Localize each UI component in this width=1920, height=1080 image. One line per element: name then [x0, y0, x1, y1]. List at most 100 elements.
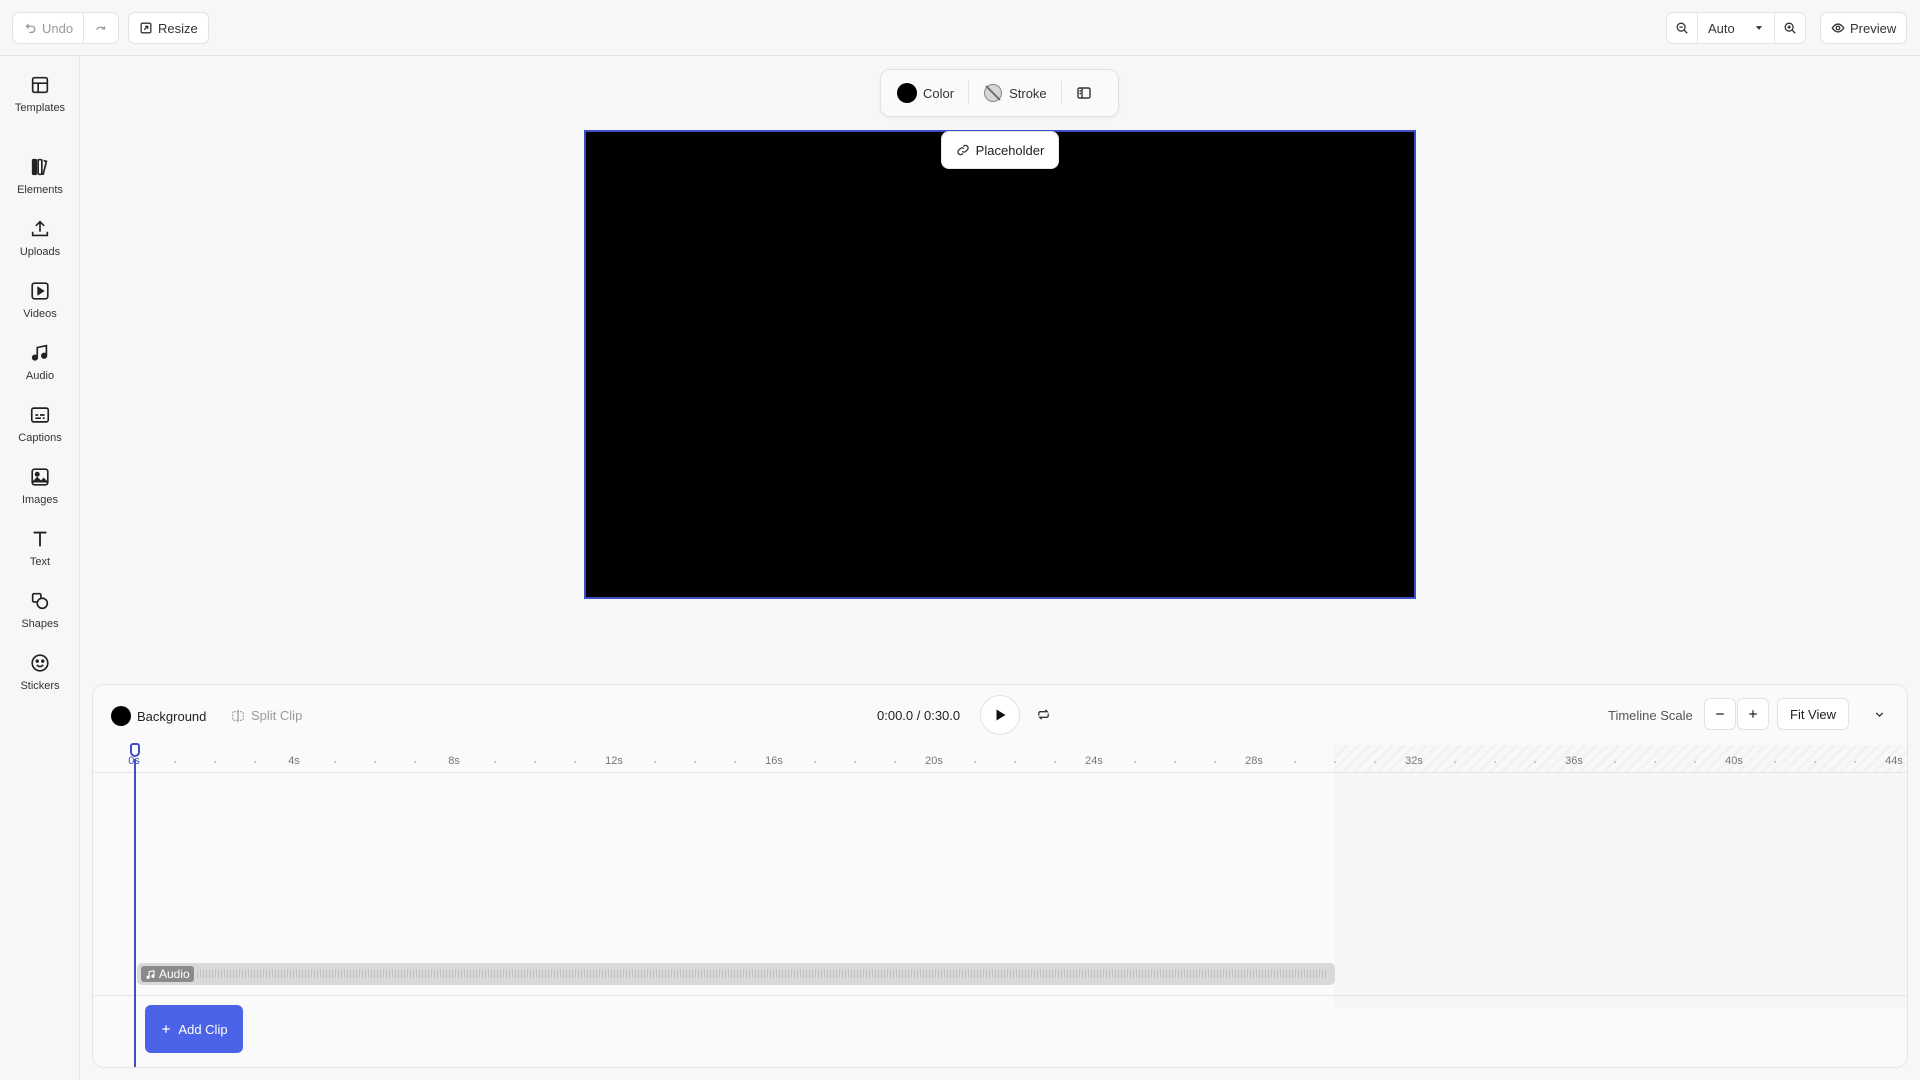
ruler-minor-tick: [1294, 761, 1296, 763]
sidebar-item-elements[interactable]: Elements: [0, 156, 80, 210]
stroke-label: Stroke: [1009, 85, 1047, 101]
ruler-minor-tick: [734, 761, 736, 763]
video-canvas[interactable]: [584, 130, 1416, 599]
timeline-scale-label: Timeline Scale: [1608, 708, 1693, 723]
ruler-minor-tick: [1814, 761, 1816, 763]
zoom-group: Auto: [1666, 12, 1806, 44]
split-clip-label: Split Clip: [251, 708, 303, 723]
toolbar-divider: [1060, 81, 1062, 105]
audio-label: Audio: [159, 967, 190, 981]
timeline-scale-text: Timeline Scale: [1608, 708, 1693, 723]
plus-icon: [162, 1025, 171, 1033]
ruler-minor-tick: [1494, 761, 1496, 763]
zoom-out-button[interactable]: [1667, 13, 1697, 43]
captions-icon: [30, 407, 50, 423]
image-icon: [31, 468, 49, 486]
resize-group: Resize: [128, 12, 209, 44]
resize-button[interactable]: Resize: [129, 13, 208, 43]
sidebar-item-shapes[interactable]: Shapes: [0, 590, 80, 644]
zoom-out-icon: [1676, 22, 1688, 34]
sidebar-item-label: Audio: [25, 370, 55, 382]
elements-icon: [31, 158, 48, 176]
split-clip-button[interactable]: Split Clip: [231, 708, 302, 723]
ruler-minor-tick: [374, 761, 376, 763]
time-display: 0:00.0 / 0:30.0: [877, 708, 960, 723]
ruler-minor-tick: [814, 761, 816, 763]
scale-increase-button[interactable]: [1737, 698, 1769, 730]
ruler-minor-tick: [1014, 761, 1016, 763]
sidebar-item-captions[interactable]: Captions: [0, 404, 80, 458]
ruler-minor-tick: [854, 761, 856, 763]
ruler-minor-tick: [1054, 761, 1056, 763]
sidebar-item-uploads[interactable]: Uploads: [0, 218, 80, 272]
preview-button[interactable]: Preview: [1821, 13, 1906, 43]
plus-icon: [1749, 710, 1757, 718]
placeholder-button[interactable]: Placeholder: [941, 131, 1059, 169]
zoom-in-icon: [1784, 22, 1796, 34]
undo-icon: [25, 23, 36, 34]
ruler-minor-tick: [574, 761, 576, 763]
timeline-ruler[interactable]: [93, 745, 1907, 773]
sidebar-item-label: Images: [21, 494, 59, 506]
scale-decrease-button[interactable]: [1704, 698, 1736, 730]
element-toolbar: Color Stroke: [880, 69, 1119, 117]
redo-icon: [96, 26, 106, 31]
video-icon: [31, 282, 49, 300]
ruler-tick-label: 8s: [448, 755, 460, 767]
preview-group: Preview: [1820, 12, 1908, 44]
placeholder-label: Placeholder: [975, 142, 1045, 158]
top-bar: Undo Resize Auto Preview: [0, 0, 1920, 56]
zoom-in-button[interactable]: [1774, 13, 1805, 43]
split-icon: [232, 709, 244, 722]
ruler-minor-tick: [694, 761, 696, 763]
ruler-tick-label: 0s: [128, 755, 140, 767]
ruler-minor-tick: [1694, 761, 1696, 763]
track-divider: [93, 995, 1907, 996]
add-clip-label: Add Clip: [178, 1021, 228, 1037]
stroke-button[interactable]: Stroke: [975, 77, 1055, 109]
background-label: Background: [137, 708, 207, 724]
ruler-minor-tick: [974, 761, 976, 763]
ruler-minor-tick: [1774, 761, 1776, 763]
sidebar-item-audio[interactable]: Audio: [0, 342, 80, 396]
left-sidebar: Templates Elements Uploads Videos Audio …: [0, 56, 80, 1080]
sidebar-item-templates[interactable]: Templates: [0, 74, 80, 128]
ruler-minor-tick: [1214, 761, 1216, 763]
preview-label: Preview: [1850, 20, 1897, 36]
ruler-minor-tick: [1614, 761, 1616, 763]
loop-button[interactable]: [1036, 707, 1051, 722]
sidebar-item-label: Elements: [17, 184, 63, 196]
text-icon: [33, 531, 47, 547]
audio-track-clip[interactable]: Audio: [137, 963, 1335, 985]
play-icon: [996, 709, 1006, 721]
ruler-minor-tick: [1134, 761, 1136, 763]
playhead-line: [134, 759, 136, 1067]
resize-icon: [140, 22, 152, 34]
caret-down-icon: [1755, 26, 1763, 30]
sidebar-item-videos[interactable]: Videos: [0, 280, 80, 334]
ruler-tick-label: 24s: [1085, 755, 1103, 767]
ruler-tick-label: 40s: [1725, 755, 1743, 767]
ruler-tick-label: 44s: [1885, 755, 1903, 767]
timeline-out-of-range-body: [1334, 773, 1907, 1009]
fit-view-button[interactable]: Fit View: [1777, 698, 1849, 730]
background-swatch: [111, 706, 131, 726]
loop-icon: [1038, 709, 1049, 720]
sidebar-item-images[interactable]: Images: [0, 466, 80, 520]
timeline-header: Background Split Clip 0:00.0 / 0:30.0 Ti…: [93, 685, 1907, 745]
undo-button[interactable]: Undo: [13, 13, 83, 43]
ruler-tick-label: 4s: [288, 755, 300, 767]
redo-button[interactable]: [83, 13, 118, 43]
sidebar-item-text[interactable]: Text: [0, 528, 80, 582]
upload-icon: [31, 220, 49, 237]
color-button[interactable]: Color: [889, 77, 962, 109]
ruler-tick-label: 32s: [1405, 755, 1423, 767]
panel-toggle-button[interactable]: [1068, 77, 1100, 109]
sidebar-item-stickers[interactable]: Stickers: [0, 652, 80, 706]
sticker-icon: [31, 654, 49, 672]
play-button[interactable]: [980, 695, 1020, 735]
background-button[interactable]: Background: [111, 706, 206, 726]
zoom-select[interactable]: Auto: [1697, 13, 1774, 43]
collapse-timeline-button[interactable]: [1873, 708, 1886, 721]
add-clip-button[interactable]: Add Clip: [145, 1005, 243, 1053]
